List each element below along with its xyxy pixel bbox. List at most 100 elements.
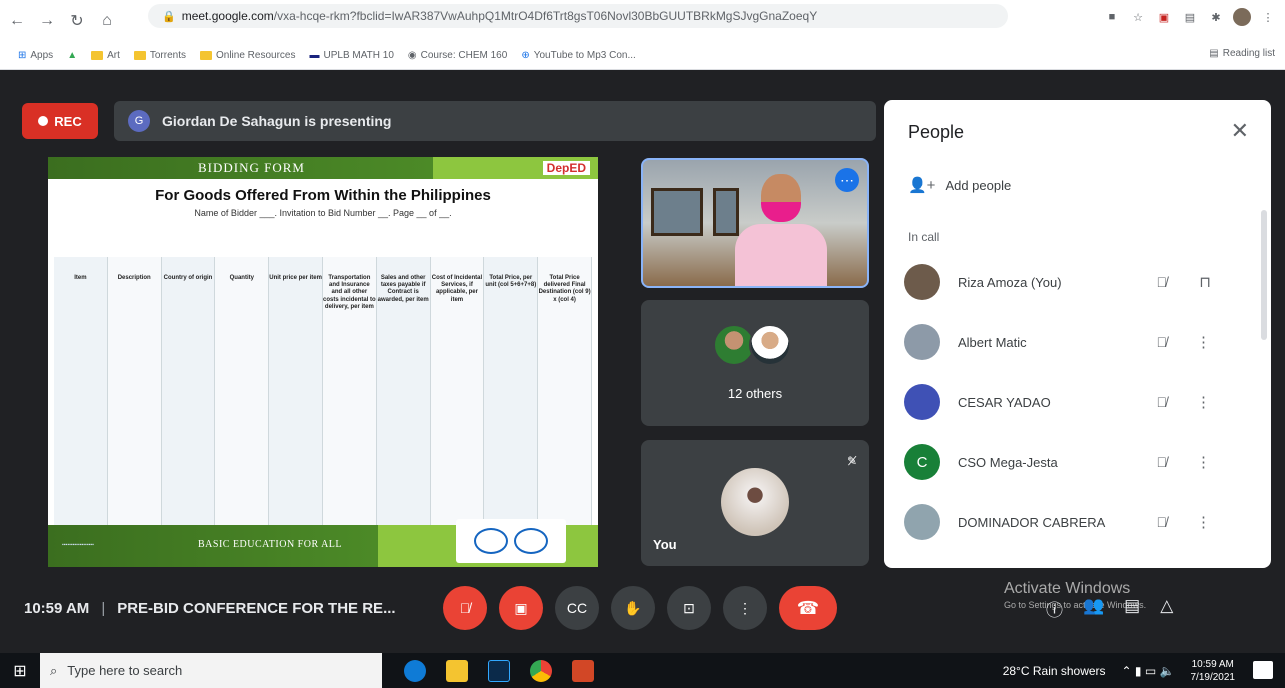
more-options-icon[interactable]: ⋯ bbox=[835, 168, 859, 192]
avatar bbox=[904, 504, 940, 540]
bookmark-torrents[interactable]: Torrents bbox=[133, 50, 186, 61]
camera-icon[interactable]: ■ bbox=[1103, 8, 1121, 26]
apps-grid-icon: ⊞ bbox=[18, 49, 27, 61]
activities-icon[interactable]: △ bbox=[1160, 596, 1173, 621]
more-options-icon[interactable]: ⋮ bbox=[1196, 333, 1211, 351]
windows-taskbar: ⊞ ⌕ Type here to search 28°C Rain shower… bbox=[0, 653, 1285, 688]
meeting-time: 10:59 AM bbox=[24, 600, 90, 617]
bookmark-online-resources[interactable]: Online Resources bbox=[200, 50, 295, 61]
table-column-header: Item bbox=[54, 257, 108, 529]
home-icon[interactable]: ⌂ bbox=[94, 8, 120, 34]
notifications-icon[interactable] bbox=[1253, 661, 1273, 679]
puzzle-icon[interactable]: ✱ bbox=[1207, 8, 1225, 26]
browser-chrome: ← → ↻ ⌂ 🔒 meet.google.com /vxa-hcqe-rkm?… bbox=[0, 0, 1285, 70]
others-tile[interactable]: 12 others bbox=[641, 300, 869, 426]
presenting-text: Giordan De Sahagun is presenting bbox=[162, 113, 392, 129]
file-explorer-icon[interactable] bbox=[446, 659, 468, 682]
slide-header: BIDDING FORM bbox=[198, 160, 305, 175]
table-column-header: Sales and other taxes payable if Contrac… bbox=[376, 257, 431, 529]
wall-frame bbox=[651, 188, 703, 236]
captions-button[interactable]: CC bbox=[555, 586, 599, 630]
presenter-video-tile[interactable]: ⋯ bbox=[641, 158, 869, 288]
camera-toggle-button[interactable]: ▣ bbox=[499, 586, 543, 630]
presenting-banner: G Giordan De Sahagun is presenting bbox=[114, 101, 876, 141]
participant-row[interactable]: Albert Matic 🎙̸ ⋮ bbox=[884, 312, 1259, 372]
table-column-header: Country of origin bbox=[161, 257, 216, 529]
taskbar-search[interactable]: ⌕ Type here to search bbox=[40, 653, 382, 688]
mic-off-icon: 🎙̸ bbox=[1156, 454, 1168, 470]
address-bar[interactable]: 🔒 meet.google.com /vxa-hcqe-rkm?fbclid=I… bbox=[148, 4, 1008, 28]
bookmark-uplb-math[interactable]: ▬ UPLB MATH 10 bbox=[309, 50, 393, 61]
bookmark-youtube-mp3[interactable]: ⊕ YouTube to Mp3 Con... bbox=[521, 50, 636, 61]
back-icon[interactable]: ← bbox=[4, 8, 30, 34]
more-options-icon[interactable]: ⋮ bbox=[1196, 453, 1211, 471]
table-column-header: Transportation and Insurance and all oth… bbox=[322, 257, 377, 529]
shared-screen: BIDDING FORM DepED For Goods Offered Fro… bbox=[48, 157, 598, 567]
weather-widget[interactable]: 28°C Rain showers bbox=[1003, 664, 1106, 678]
present-button[interactable]: ⊡ bbox=[667, 586, 711, 630]
photoshop-icon[interactable] bbox=[488, 659, 510, 682]
participant-row[interactable]: DOMINADOR CABRERA 🎙̸ ⋮ bbox=[884, 492, 1259, 552]
self-label: You bbox=[653, 537, 677, 552]
meeting-controls-bar: 10:59 AM | PRE-BID CONFERENCE FOR THE RE… bbox=[0, 580, 1285, 640]
windows-start-icon[interactable]: ⊞ bbox=[0, 661, 40, 681]
extension-icon[interactable]: ▣ bbox=[1155, 8, 1173, 26]
recording-badge[interactable]: REC bbox=[22, 103, 98, 139]
tray-icons[interactable]: ⌃ ▮ ▭ 🔈 bbox=[1122, 664, 1175, 678]
profile-avatar[interactable] bbox=[1233, 8, 1251, 26]
participant-row[interactable]: C CSO Mega-Jesta 🎙̸ ⋮ bbox=[884, 432, 1259, 492]
panel-scrollbar[interactable] bbox=[1261, 210, 1267, 340]
pin-icon[interactable]: ⊓ bbox=[1199, 273, 1211, 291]
search-icon: ⌕ bbox=[50, 662, 58, 678]
others-count: 12 others bbox=[727, 386, 783, 401]
more-options-icon[interactable]: ⋮ bbox=[1196, 513, 1211, 531]
powerpoint-icon[interactable] bbox=[572, 659, 594, 682]
lock-icon: 🔒 bbox=[162, 10, 176, 23]
system-tray: 28°C Rain showers ⌃ ▮ ▭ 🔈 10:59 AM 7/19/… bbox=[1003, 653, 1235, 688]
people-icon[interactable]: 👥 bbox=[1083, 596, 1104, 621]
avatar: C bbox=[904, 444, 940, 480]
extension-icons: ■ ☆ ▣ ▤ ✱ ⋮ bbox=[1103, 8, 1277, 26]
star-icon[interactable]: ☆ bbox=[1129, 8, 1147, 26]
mic-off-icon: 🎙̸ bbox=[1156, 514, 1168, 530]
mic-toggle-button[interactable]: 🎙̸ bbox=[443, 586, 487, 630]
bookmark-chem[interactable]: ◉ Course: CHEM 160 bbox=[408, 50, 507, 61]
more-options-icon[interactable]: ⋮ bbox=[1196, 393, 1211, 411]
info-icon[interactable]: ⓘ bbox=[1046, 596, 1063, 621]
search-placeholder: Type here to search bbox=[67, 663, 183, 678]
close-icon[interactable]: ✕ bbox=[1231, 118, 1249, 144]
bookmark-apps[interactable]: ⊞ Apps bbox=[18, 50, 53, 61]
meeting-info[interactable]: 10:59 AM | PRE-BID CONFERENCE FOR THE RE… bbox=[24, 600, 396, 617]
table-column-header: Unit price per item bbox=[269, 257, 323, 529]
slide-motto: BASIC EDUCATION FOR ALL bbox=[198, 539, 343, 550]
forward-icon[interactable]: → bbox=[34, 8, 60, 34]
participant-name: Albert Matic bbox=[958, 334, 1027, 350]
others-avatars bbox=[713, 324, 791, 366]
participant-row[interactable]: CESAR YADAO 🎙̸ ⋮ bbox=[884, 372, 1259, 432]
bookmark-art[interactable]: Art bbox=[91, 50, 120, 61]
more-options-button[interactable]: ⋮ bbox=[723, 586, 767, 630]
reload-icon[interactable]: ↻ bbox=[64, 8, 90, 34]
slide-subtitle: Name of Bidder ___. Invitation to Bid Nu… bbox=[194, 208, 452, 218]
participant-row[interactable]: Riza Amoza (You) 🎙̸ ⊓ bbox=[884, 252, 1259, 312]
add-people-button[interactable]: 👤+ Add people bbox=[908, 176, 1011, 194]
raise-hand-button[interactable]: ✋ bbox=[611, 586, 655, 630]
slide-title: For Goods Offered From Within the Philip… bbox=[155, 187, 491, 204]
leave-call-button[interactable]: ☎ bbox=[779, 586, 837, 630]
self-view-tile[interactable]: ✎̸ You bbox=[641, 440, 869, 566]
edge-icon[interactable] bbox=[404, 659, 426, 682]
reading-list-icon: ▤ bbox=[1209, 48, 1219, 59]
bookmark-drive[interactable]: ▲ bbox=[67, 50, 77, 61]
media-icon[interactable]: ▤ bbox=[1181, 8, 1199, 26]
mic-off-icon: 🎙̸ bbox=[1156, 274, 1168, 290]
table-column-header: Total Price delivered Final Destination … bbox=[538, 257, 592, 529]
chat-icon[interactable]: ▤ bbox=[1124, 596, 1140, 621]
footer-small-text: ▪▪▪▪▪▪▪▪▪▪▪▪▪▪▪▪▪▪ bbox=[62, 542, 94, 548]
table-column-header: Cost of Incidental Services, if applicab… bbox=[430, 257, 485, 529]
participant-name: Riza Amoza (You) bbox=[958, 274, 1062, 290]
menu-icon[interactable]: ⋮ bbox=[1259, 8, 1277, 26]
deped-logo: DepED bbox=[542, 161, 590, 175]
reading-list[interactable]: ▤ Reading list bbox=[1209, 48, 1275, 59]
chrome-icon[interactable] bbox=[530, 659, 552, 682]
taskbar-clock[interactable]: 10:59 AM 7/19/2021 bbox=[1191, 658, 1236, 684]
